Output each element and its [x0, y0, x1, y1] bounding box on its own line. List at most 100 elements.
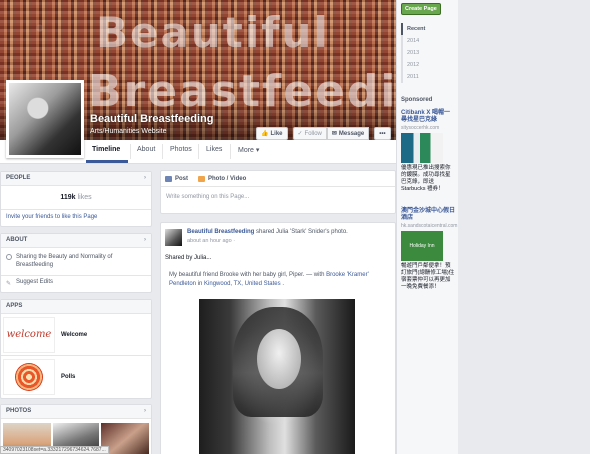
post-photo[interactable] — [199, 299, 355, 454]
ad-image-label: Holiday Inn — [409, 243, 435, 249]
apps-box: APPS welcome Welcome Polls — [0, 299, 152, 399]
caret-down-icon: ▾ — [255, 147, 260, 154]
post-time-label: about an hour ago — [187, 238, 232, 244]
status-bar-url: 34097023108set=a.333217296734624.7687... — [0, 446, 109, 454]
people-header: PEOPLE › — [1, 172, 151, 186]
sponsored-heading: Sponsored — [401, 97, 433, 103]
chevron-right-icon[interactable]: › — [144, 175, 146, 182]
page-category[interactable]: Arts/Humanities Website — [90, 128, 167, 135]
ad-image[interactable]: Holiday Inn — [401, 231, 443, 261]
sponsored-ad[interactable]: 澳門金沙城中心假日酒店 hk.sandscotaicentral.com Hol… — [401, 208, 458, 291]
ad-body: 優惠現已推出搜索你的鍍膜。成功尋找星巴克綠，即送Starbucks 禮券！ — [401, 165, 451, 192]
more-actions-button[interactable]: ••• — [374, 127, 391, 140]
post-text: Shared by Julia... — [165, 255, 212, 261]
photos-header-label: PHOTOS — [6, 408, 32, 414]
polls-app-thumbnail — [3, 359, 55, 395]
location-link[interactable]: Kingwood, TX, United States — [204, 281, 281, 287]
welcome-app-thumbnail: welcome — [3, 316, 55, 353]
page-title[interactable]: Beautiful Breastfeeding — [90, 113, 213, 125]
tab-photos[interactable]: Photos — [170, 146, 192, 153]
pencil-icon: ✎ — [6, 281, 12, 287]
shared-caption-prefix: My beautiful friend Brooke with her baby… — [169, 272, 327, 278]
tab-divider — [198, 144, 199, 159]
ad-title[interactable]: 澳門金沙城中心假日酒店 — [401, 208, 455, 222]
year-recent[interactable]: Recent — [401, 23, 455, 35]
tab-likes[interactable]: Likes — [206, 146, 222, 153]
cover-word-bottom: Breastfeeding — [88, 66, 396, 117]
composer-tab-post[interactable]: Post — [165, 175, 189, 182]
timeline-years: Recent 2014 2013 2012 2011 — [401, 23, 455, 83]
cover-word-top: Beautiful — [96, 8, 330, 57]
post-timestamp[interactable]: about an hour ago · — [187, 238, 235, 244]
likes-count: 119k — [60, 194, 76, 201]
post-composer: Post Photo / Video Write something on th… — [160, 170, 396, 214]
post-author-link[interactable]: Beautiful Breastfeeding — [187, 229, 254, 235]
tab-timeline[interactable]: Timeline — [92, 146, 120, 153]
ad-url: hk.sandscotaicentral.com — [401, 223, 458, 229]
ad-image[interactable] — [401, 133, 443, 163]
thumbs-up-icon: 👍 — [261, 131, 269, 137]
welcome-thumb-text: welcome — [6, 329, 52, 340]
composer-post-label: Post — [175, 175, 189, 182]
photos-header: PHOTOS › — [1, 405, 151, 419]
people-box: PEOPLE › 119k likes Invite your friends … — [0, 171, 152, 227]
app-polls[interactable]: Polls — [1, 356, 151, 398]
cover-actions: 👍 Like ✓ Follow ✉ Message ••• — [256, 127, 391, 140]
ellipsis-icon: ••• — [379, 130, 386, 137]
shared-caption-end: . — [282, 281, 284, 287]
app-name-welcome: Welcome — [61, 331, 88, 338]
tab-divider — [230, 144, 231, 159]
profile-photo — [9, 83, 81, 155]
timeline-post: Beautiful Breastfeeding shared Julia 'St… — [160, 222, 396, 454]
chevron-right-icon[interactable]: › — [144, 237, 146, 244]
create-page-button[interactable]: Create Page — [401, 3, 441, 15]
about-box: ABOUT › Sharing the Beauty and Normality… — [0, 233, 152, 293]
tab-divider — [162, 144, 163, 159]
year-2012[interactable]: 2012 — [403, 59, 455, 71]
message-icon: ✉ — [331, 131, 337, 137]
people-header-label: PEOPLE — [6, 175, 31, 181]
composer-input[interactable]: Write something on this Page... — [161, 187, 395, 207]
sponsored-ad[interactable]: Citibank X 喝帽一尋找星巴克綠 sitysoccerhk.com 優惠… — [401, 110, 455, 193]
composer-tabs: Post Photo / Video — [161, 171, 395, 187]
tab-more[interactable]: More ▾ — [238, 146, 259, 154]
post-header: Beautiful Breastfeeding shared Julia 'St… — [187, 229, 392, 235]
message-button-label: Message — [338, 130, 365, 137]
follow-message-group: ✓ Follow ✉ Message — [292, 127, 370, 140]
year-2013[interactable]: 2013 — [403, 47, 455, 59]
about-description: Sharing the Beauty and Normality of Brea… — [1, 248, 151, 276]
tab-divider — [130, 144, 131, 159]
about-header: ABOUT › — [1, 234, 151, 248]
follow-button[interactable]: ✓ Follow — [292, 127, 327, 140]
tab-more-label: More — [238, 147, 254, 154]
year-2011[interactable]: 2011 — [403, 71, 455, 83]
composer-tab-photo-video[interactable]: Photo / Video — [198, 175, 247, 182]
camera-icon — [198, 175, 206, 182]
chevron-right-icon[interactable]: › — [144, 408, 146, 415]
shared-caption: My beautiful friend Brooke with her baby… — [169, 271, 393, 289]
ad-url: sitysoccerhk.com — [401, 125, 440, 131]
profile-picture[interactable] — [6, 80, 84, 158]
invite-friends-link[interactable]: Invite your friends to like this Page — [1, 210, 151, 226]
suggest-edits-link[interactable]: ✎ Suggest Edits — [1, 276, 151, 290]
app-name-polls: Polls — [61, 374, 76, 380]
likes-count-row: 119k likes — [1, 186, 151, 210]
message-button[interactable]: ✉ Message — [326, 127, 370, 140]
info-icon — [6, 254, 12, 260]
about-description-text: Sharing the Beauty and Normality of Brea… — [16, 254, 113, 268]
app-welcome[interactable]: welcome Welcome — [1, 314, 151, 356]
follow-button-label: Follow — [304, 130, 322, 137]
target-icon — [15, 363, 43, 391]
active-tab-indicator — [86, 160, 128, 163]
tab-about[interactable]: About — [137, 146, 155, 153]
like-button[interactable]: 👍 Like — [256, 127, 288, 140]
composer-photo-label: Photo / Video — [208, 175, 247, 182]
avatar[interactable] — [165, 229, 182, 246]
like-button-label: Like — [270, 130, 283, 137]
about-header-label: ABOUT — [6, 237, 28, 243]
year-2014[interactable]: 2014 — [403, 35, 455, 47]
check-icon: ✓ — [297, 131, 303, 137]
ad-title[interactable]: Citibank X 喝帽一尋找星巴克綠 — [401, 110, 455, 124]
likes-count-label: likes — [77, 194, 92, 201]
ad-body: 暢遊門戶鄰便拿！預訂旅門(總酬修工場)住宿套票仲可以再更加一晚免費餐添！ — [401, 263, 455, 290]
